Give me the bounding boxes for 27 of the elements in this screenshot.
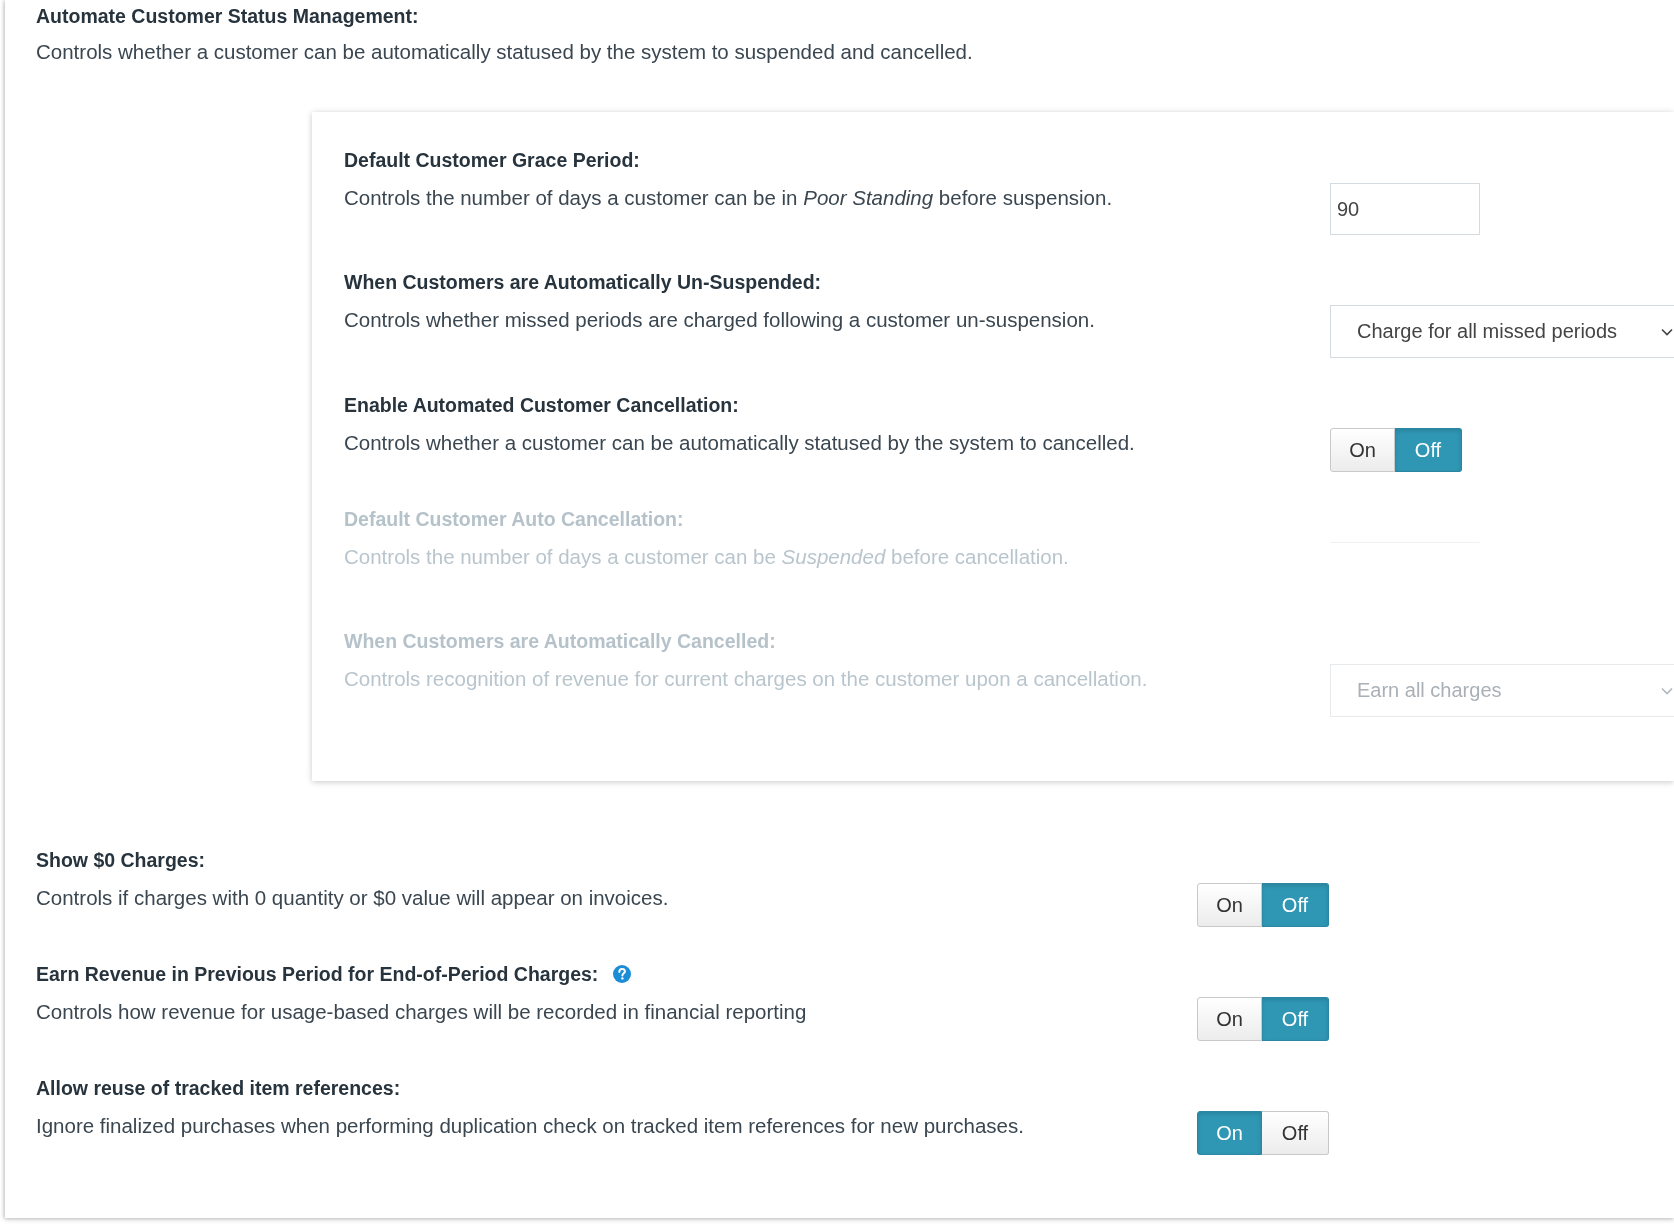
chevron-down-icon	[1661, 686, 1673, 695]
setting-title: Allow reuse of tracked item references:	[36, 1076, 401, 1101]
toggle-option[interactable]: On	[1330, 428, 1395, 472]
help-icon[interactable]	[613, 965, 632, 983]
setting-description: Ignore finalized purchases when performing duplication check on tracked item references for new purchases.	[36, 1113, 1025, 1139]
toggle-option[interactable]: On	[1197, 997, 1262, 1041]
setting-title: Show $0 Charges:	[36, 848, 206, 873]
setting-title: When Customers are Automatically Un-Suspended:	[344, 270, 823, 295]
setting-title: When Customers are Automatically Cancelled:	[344, 629, 777, 654]
setting-description: Controls if charges with 0 quantity or $0 value will appear on invoices.	[36, 885, 670, 911]
number-input[interactable]: 90	[1330, 183, 1480, 235]
chevron-down-icon	[1661, 327, 1673, 336]
setting-title: Default Customer Grace Period:	[344, 148, 641, 173]
toggle-option[interactable]: Off	[1262, 1111, 1329, 1155]
setting-description: Controls whether missed periods are charged following a customer un-suspension.	[344, 307, 1096, 333]
setting-description: Controls whether a customer can be automatically statused by the system to cancelled.	[344, 430, 1136, 456]
section-title: Automate Customer Status Management:	[36, 4, 420, 29]
toggle-option[interactable]: On	[1197, 883, 1262, 927]
setting-description: Controls the number of days a customer can be Suspended before cancellation.	[344, 544, 1070, 570]
setting-title: Enable Automated Customer Cancellation:	[344, 393, 740, 418]
dropdown[interactable]: Charge for all missed periods	[1330, 305, 1674, 358]
setting-description: Controls how revenue for usage-based charges will be recorded in financial reporting	[36, 999, 808, 1025]
section-description: Controls whether a customer can be automatically statused by the system to suspended and cancelled.	[36, 39, 974, 65]
setting-description: Controls recognition of revenue for current charges on the customer upon a cancellation.	[344, 666, 1149, 692]
setting-title: Default Customer Auto Cancellation:	[344, 507, 685, 532]
setting-description: Controls the number of days a customer can be in Poor Standing before suspension.	[344, 185, 1114, 211]
setting-title: Earn Revenue in Previous Period for End-of-Period Charges:	[36, 962, 599, 987]
